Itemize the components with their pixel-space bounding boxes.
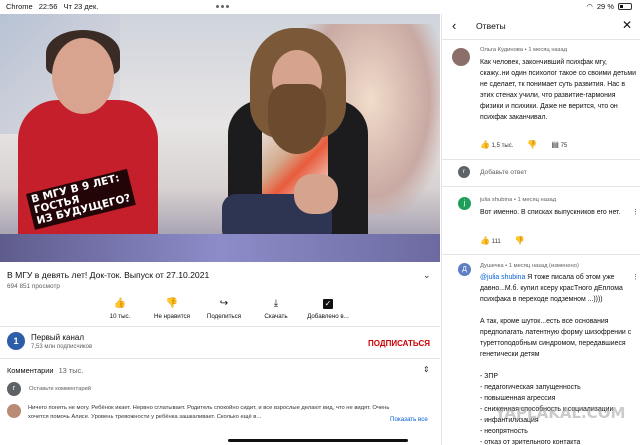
close-icon[interactable]: ✕: [622, 18, 632, 32]
like-icon: 👍: [113, 298, 127, 309]
date: Чт 23 дек.: [63, 2, 99, 11]
battery-percent: 29 %: [596, 2, 614, 11]
reply-meta: Душечка • 1 месяц назад (изменено): [480, 263, 579, 269]
reply-input[interactable]: Добавьте ответ: [480, 169, 527, 176]
reply-avatar[interactable]: j: [458, 197, 471, 210]
reply-avatar[interactable]: Д: [458, 263, 471, 276]
battery-icon: [618, 3, 632, 10]
back-arrow-icon[interactable]: ‹: [452, 18, 456, 33]
reply-text: @julia shubina Я тоже писала об этом уже…: [480, 274, 623, 303]
panel-title: Ответы: [476, 21, 506, 31]
show-all-link[interactable]: Показать все: [390, 416, 428, 423]
like-icon: 👍: [480, 140, 490, 149]
channel-avatar[interactable]: 1: [7, 332, 25, 350]
subscriber-count: 7,53 млн подписчиков: [31, 343, 93, 350]
commenter-avatar: [7, 404, 21, 418]
status-bar: Chrome 22:56 Чт 23 дек. ◠ 29 %: [0, 0, 640, 14]
avatar: r: [7, 382, 21, 396]
reply-actions: 👍 111 👎: [480, 236, 525, 245]
channel-row[interactable]: 1 Первый канал 7,53 млн подписчиков: [7, 332, 92, 350]
save-button[interactable]: ✓ Добавлено в...: [302, 298, 354, 320]
like-button[interactable]: 👍 10 тыс.: [94, 298, 146, 320]
watermark: YAPLAKAL.COM: [495, 404, 626, 422]
comment-input[interactable]: Оставьте комментарий: [29, 386, 229, 392]
dislike-icon: 👎: [165, 298, 179, 309]
main-comment-text: Как человек, закончивший психфак мгу, ск…: [480, 59, 637, 121]
comments-expand-icon[interactable]: ⇕: [423, 365, 430, 374]
reply-meta: julia shubina • 1 месяц назад: [480, 197, 557, 203]
like-icon: 👍: [480, 236, 490, 245]
multitask-dots-icon[interactable]: [216, 5, 229, 8]
clock: 22:56: [38, 2, 58, 11]
view-count: 694 851 просмотр: [7, 283, 60, 290]
channel-name[interactable]: Первый канал: [31, 333, 92, 342]
video-title[interactable]: В МГУ в девять лет! Док-ток. Выпуск от 2…: [7, 270, 209, 280]
replies-header: ‹ Ответы ✕: [442, 14, 640, 40]
like-button[interactable]: 👍 111: [480, 236, 501, 245]
reply-text-continued: А так, кроме шуток...есть все основания …: [480, 318, 632, 358]
home-indicator[interactable]: [228, 439, 408, 442]
reply-icon: ▤: [551, 140, 559, 149]
chevron-down-icon[interactable]: ⌄: [423, 270, 431, 281]
comment-count: 13 тыс.: [58, 366, 84, 375]
save-icon: ✓: [323, 299, 333, 309]
video-player[interactable]: В МГУ В 9 ЛЕТ: ГОСТЬЯ ИЗ БУДУЩЕГО?: [0, 14, 440, 262]
share-button[interactable]: ↪ Поделиться: [198, 298, 250, 320]
comment-actions: 👍 1,5 тыс. 👎 ▤ 75: [480, 140, 567, 149]
comments-header[interactable]: Комментарии 13 тыс.: [7, 366, 83, 375]
browser-label: Chrome: [6, 2, 33, 11]
dislike-button[interactable]: 👎 Не нравится: [146, 298, 198, 320]
top-comment-text: Ничего понять не могу. Ребёнок икает. Не…: [28, 405, 390, 420]
add-comment-row[interactable]: r Оставьте комментарий: [7, 382, 229, 396]
subscribe-button[interactable]: ПОДПИСАТЬСЯ: [368, 339, 430, 348]
more-options-icon[interactable]: ⋮: [632, 273, 639, 281]
dislike-button[interactable]: 👎: [515, 236, 525, 245]
comment-meta: Ольга Кудинова • 1 месяц назад: [480, 47, 567, 53]
avatar: r: [458, 166, 470, 178]
more-options-icon[interactable]: ⋮: [632, 208, 639, 216]
download-button[interactable]: ⤓ Скачать: [250, 298, 302, 320]
wifi-icon: ◠: [586, 2, 593, 11]
share-icon: ↪: [219, 298, 229, 309]
dislike-icon: 👎: [527, 140, 538, 149]
download-icon: ⤓: [273, 298, 279, 309]
reply-text: Вот именно. В списках выпускников его не…: [480, 209, 621, 216]
mention-link[interactable]: @julia shubina: [480, 274, 525, 281]
replies-panel: ‹ Ответы ✕ Ольга Кудинова • 1 месяц наза…: [441, 14, 640, 445]
dislike-button[interactable]: 👎: [527, 140, 537, 149]
add-reply-row[interactable]: r Добавьте ответ: [458, 166, 527, 178]
video-info: В МГУ в девять лет! Док-ток. Выпуск от 2…: [0, 262, 440, 445]
replies-button[interactable]: ▤ 75: [551, 140, 567, 149]
dislike-icon: 👎: [514, 236, 525, 245]
top-comment[interactable]: Ничего понять не могу. Ребёнок икает. Не…: [7, 404, 437, 422]
like-button[interactable]: 👍 1,5 тыс.: [480, 140, 513, 149]
commenter-avatar[interactable]: [452, 48, 470, 66]
action-bar: 👍 10 тыс. 👎 Не нравится ↪ Поделиться ⤓ С…: [94, 298, 354, 320]
